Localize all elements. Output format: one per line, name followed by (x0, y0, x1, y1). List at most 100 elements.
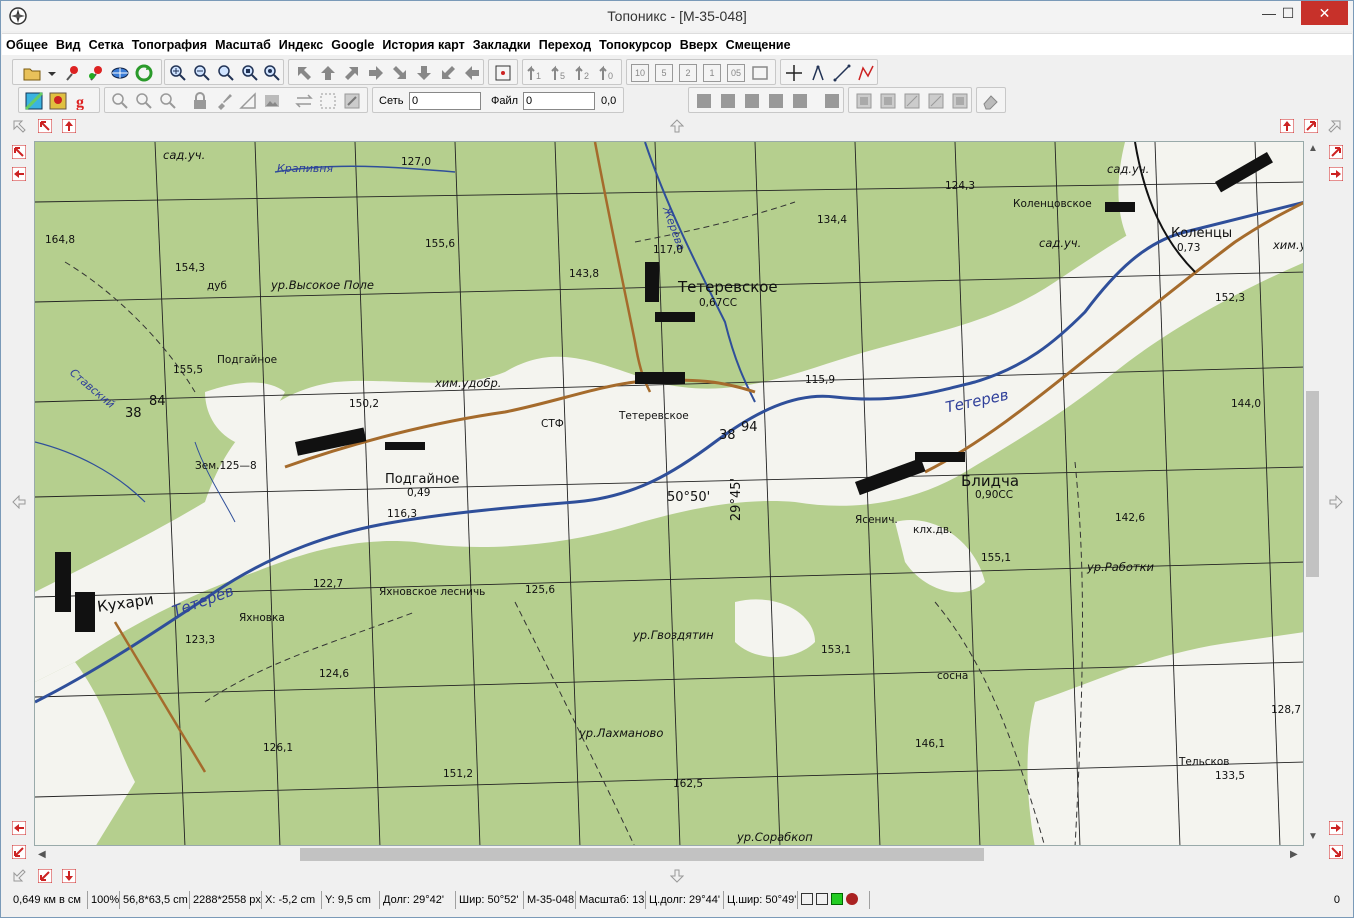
layer-photo-icon[interactable] (49, 92, 67, 110)
close-button[interactable]: ✕ (1301, 1, 1348, 25)
vertical-scroll-thumb[interactable] (1306, 391, 1319, 577)
nav-arrow-up-right-icon[interactable] (1328, 119, 1342, 133)
zoom-in-disabled-icon[interactable] (111, 92, 129, 110)
level-up-1-icon[interactable]: 1 (527, 64, 545, 82)
crosshair-icon[interactable] (785, 64, 803, 82)
pan-up-left-icon[interactable] (295, 64, 313, 82)
fill-6-icon[interactable] (823, 92, 841, 110)
nav-right-red-3-icon[interactable] (1329, 821, 1343, 835)
scale-2-button[interactable]: 2 (679, 64, 697, 82)
topographic-map[interactable]: Тетеревское 0,67СС Тетеревское Подгайное… (34, 141, 1304, 846)
scale-05-button[interactable]: 05 (727, 64, 745, 82)
select-rect-icon[interactable] (319, 92, 337, 110)
fill-4-icon[interactable] (767, 92, 785, 110)
export-image-icon[interactable] (343, 92, 361, 110)
menu-bookmarks[interactable]: Закладки (469, 34, 535, 56)
nav-left-red-3-icon[interactable] (12, 821, 26, 835)
line-measure-icon[interactable] (833, 64, 851, 82)
google-g-icon[interactable]: g (73, 92, 91, 110)
zoom-out-disabled-icon[interactable] (135, 92, 153, 110)
menu-scale[interactable]: Масштаб (211, 34, 275, 56)
pan-down-icon[interactable] (415, 64, 433, 82)
pattern-4-icon[interactable] (927, 92, 945, 110)
gps-status-icon[interactable] (831, 893, 844, 906)
compass-icon[interactable] (809, 64, 827, 82)
pattern-2-icon[interactable] (879, 92, 897, 110)
zoom-in-icon[interactable] (169, 64, 187, 82)
nav-arrow-down-left-icon[interactable] (12, 869, 26, 883)
pan-down-left-icon[interactable] (439, 64, 457, 82)
swap-icon[interactable] (295, 92, 313, 110)
level-up-2-icon[interactable]: 2 (575, 64, 593, 82)
fill-1-icon[interactable] (695, 92, 713, 110)
red-pin-icon[interactable] (63, 64, 81, 82)
nav-left-red-1-icon[interactable] (12, 145, 26, 159)
nav-left-red-2-icon[interactable] (12, 167, 26, 181)
nav-center-up-icon[interactable] (670, 119, 684, 133)
pan-left-icon[interactable] (463, 64, 481, 82)
nav-left-red-4-icon[interactable] (12, 845, 26, 859)
nav-right-red-1-icon[interactable] (1329, 145, 1343, 159)
scroll-up-arrow-icon[interactable]: ▲ (1308, 143, 1318, 154)
grid-toggle-2-icon[interactable] (816, 893, 829, 906)
scale-10-button[interactable]: 10 (631, 64, 649, 82)
pattern-5-icon[interactable] (951, 92, 969, 110)
menu-view[interactable]: Вид (52, 34, 85, 56)
path-measure-icon[interactable] (857, 64, 875, 82)
ruler-icon[interactable] (239, 92, 257, 110)
horizontal-scroll-thumb[interactable] (300, 848, 984, 861)
nav-right-red-2-icon[interactable] (1329, 167, 1343, 181)
lock-icon[interactable] (191, 92, 209, 110)
zoom-region-icon[interactable] (263, 64, 281, 82)
nav-red-diag-icon[interactable] (38, 119, 52, 133)
nav-arrow-up-left-icon[interactable] (12, 119, 26, 133)
nav-right-red-4-icon[interactable] (1329, 845, 1343, 859)
pan-down-right-icon[interactable] (391, 64, 409, 82)
file-input[interactable]: 0 (523, 92, 595, 110)
layer-map-icon[interactable] (25, 92, 43, 110)
record-status-icon[interactable] (846, 893, 859, 906)
menu-topocursor[interactable]: Топокурсор (595, 34, 676, 56)
maximize-button[interactable]: ☐ (1277, 1, 1299, 25)
fill-5-icon[interactable] (791, 92, 809, 110)
level-up-5-icon[interactable]: 5 (551, 64, 569, 82)
scroll-right-arrow-icon[interactable]: ▶ (1290, 849, 1298, 860)
pattern-3-icon[interactable] (903, 92, 921, 110)
zoom-out-icon[interactable] (193, 64, 211, 82)
menu-general[interactable]: Общее (2, 34, 52, 56)
fill-3-icon[interactable] (743, 92, 761, 110)
menu-offset[interactable]: Смещение (722, 34, 795, 56)
open-folder-icon[interactable] (23, 64, 41, 82)
nav-center-down-icon[interactable] (670, 869, 684, 883)
nav-left-arrow-icon[interactable] (12, 495, 26, 509)
pattern-1-icon[interactable] (855, 92, 873, 110)
menu-map-history[interactable]: История карт (378, 34, 468, 56)
nav-right-arrow-icon[interactable] (1329, 495, 1343, 509)
scale-1-button[interactable]: 1 (703, 64, 721, 82)
nav-red-down-icon[interactable] (62, 869, 76, 883)
brush-icon[interactable] (215, 92, 233, 110)
eraser-icon[interactable] (982, 92, 1000, 110)
zoom-fit-icon[interactable] (217, 64, 235, 82)
globe-icon[interactable] (111, 64, 129, 82)
image-icon[interactable] (263, 92, 281, 110)
pan-up-right-icon[interactable] (343, 64, 361, 82)
menu-topography[interactable]: Топография (128, 34, 211, 56)
refresh-icon[interactable] (135, 64, 153, 82)
menu-index[interactable]: Индекс (275, 34, 327, 56)
frame-icon[interactable] (751, 64, 769, 82)
zoom-actual-icon[interactable] (241, 64, 259, 82)
level-up-0-icon[interactable]: 0 (599, 64, 617, 82)
menu-grid[interactable]: Сетка (85, 34, 128, 56)
menu-google[interactable]: Google (327, 34, 378, 56)
center-target-icon[interactable] (494, 64, 512, 82)
pan-right-icon[interactable] (367, 64, 385, 82)
scale-5-button[interactable]: 5 (655, 64, 673, 82)
green-pin-icon[interactable] (87, 64, 105, 82)
fill-2-icon[interactable] (719, 92, 737, 110)
vertical-scrollbar[interactable]: ▲ ▼ (1304, 141, 1321, 846)
horizontal-scrollbar[interactable]: ◀ ▶ (34, 846, 1304, 863)
scroll-down-arrow-icon[interactable]: ▼ (1308, 831, 1318, 842)
zoom-fit-disabled-icon[interactable] (159, 92, 177, 110)
nav-red-diag-right-icon[interactable] (1304, 119, 1318, 133)
